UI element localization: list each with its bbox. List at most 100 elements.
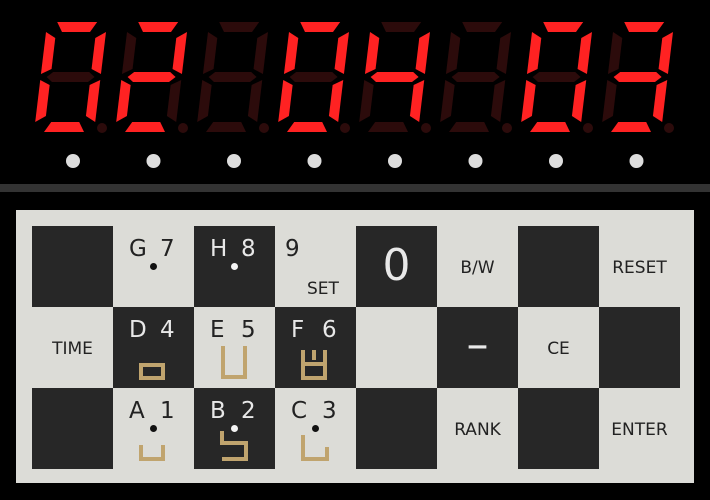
key-label: ENTER bbox=[611, 420, 668, 440]
key-g7[interactable]: G7 bbox=[113, 226, 194, 307]
keypad: G 7 H 8 9 SET 0 B/W RESET TIME D 4 E 5 F 6– CE A 1 B 2 C 3 RANK… bbox=[16, 210, 694, 483]
key-blank-c[interactable] bbox=[356, 307, 437, 388]
key-blank-f[interactable] bbox=[356, 388, 437, 469]
digit-4-segment-f bbox=[283, 32, 299, 74]
key-d4[interactable]: D4 bbox=[113, 307, 194, 388]
digit-4-segment-d bbox=[287, 122, 327, 132]
digit-row bbox=[35, 22, 674, 168]
key-letter: F bbox=[291, 317, 305, 343]
key-sub-label: SET bbox=[307, 279, 339, 299]
key-blank-b[interactable] bbox=[518, 226, 599, 307]
digit-5-segment-c bbox=[409, 80, 425, 122]
digit-2-segment-f bbox=[121, 32, 137, 74]
indicator-led-8 bbox=[629, 154, 644, 168]
key-blank-e[interactable] bbox=[32, 388, 113, 469]
key-dot bbox=[312, 425, 319, 432]
key-letter: C bbox=[291, 398, 308, 424]
key-9-set[interactable]: 9 SET bbox=[275, 226, 356, 307]
indicator-led-6 bbox=[468, 154, 483, 168]
indicator-led-2 bbox=[146, 154, 161, 168]
indicator-led-5 bbox=[388, 154, 402, 168]
digit-6-segment-a bbox=[462, 22, 503, 32]
key-number: 9 bbox=[285, 236, 300, 262]
key-c3[interactable]: C3 bbox=[275, 388, 356, 469]
digit-1-segment-f bbox=[40, 32, 56, 74]
digit-3-segment-c bbox=[247, 80, 263, 122]
key-rank[interactable]: RANK bbox=[437, 388, 518, 469]
digit-4-segment-c bbox=[328, 80, 344, 122]
key-e5[interactable]: E5 bbox=[194, 307, 275, 388]
digit-1-decimal-point bbox=[97, 123, 107, 133]
digit-7-segment-c bbox=[571, 80, 587, 122]
key-blank-d[interactable] bbox=[599, 307, 680, 388]
key-number: 1 bbox=[160, 398, 175, 424]
digit-2-segment-c bbox=[166, 80, 182, 122]
digit-2-segment-e bbox=[116, 80, 131, 122]
digit-3-segment-e bbox=[197, 80, 212, 122]
digit-7-segment-g bbox=[532, 72, 581, 82]
key-dot bbox=[150, 425, 157, 432]
digit-8-segment-d bbox=[611, 122, 651, 132]
key-h8[interactable]: H8 bbox=[194, 226, 275, 307]
digit-6-decimal-point bbox=[502, 123, 512, 133]
key-dot bbox=[150, 263, 157, 270]
digit-5-segment-d bbox=[368, 122, 408, 132]
key-letter: D bbox=[129, 317, 147, 343]
digit-6-segment-e bbox=[440, 80, 455, 122]
key-enter[interactable]: ENTER bbox=[599, 388, 680, 469]
digit-2-segment-d bbox=[125, 122, 165, 132]
key-number: 2 bbox=[241, 398, 256, 424]
digit-1-segment-a bbox=[57, 22, 98, 32]
digit-2-segment-a bbox=[138, 22, 179, 32]
digit-4-decimal-point bbox=[340, 123, 350, 133]
digit-6-segment-c bbox=[490, 80, 506, 122]
key-ce[interactable]: CE bbox=[518, 307, 599, 388]
key-letter: E bbox=[210, 317, 225, 343]
digit-3-segment-b bbox=[253, 32, 268, 74]
digit-8-segment-e bbox=[602, 80, 617, 122]
digit-5-segment-b bbox=[415, 32, 430, 74]
key-label: TIME bbox=[52, 339, 93, 359]
digit-1-segment-c bbox=[85, 80, 101, 122]
key-blank-a[interactable] bbox=[32, 226, 113, 307]
key-number: 3 bbox=[322, 398, 337, 424]
digit-6-segment-b bbox=[496, 32, 511, 74]
digit-4-segment-a bbox=[300, 22, 341, 32]
key-letter: A bbox=[129, 398, 145, 424]
key-dot bbox=[231, 263, 238, 270]
digit-2-segment-g bbox=[127, 72, 176, 82]
digit-1-segment-e bbox=[35, 80, 50, 122]
key-reset[interactable]: RESET bbox=[599, 226, 680, 307]
indicator-led-7 bbox=[549, 154, 563, 168]
key-blank-g[interactable] bbox=[518, 388, 599, 469]
indicator-led-1 bbox=[66, 154, 80, 168]
queen-icon bbox=[220, 346, 248, 384]
indicator-led-4 bbox=[307, 154, 322, 168]
digit-2-decimal-point bbox=[178, 123, 188, 133]
key-f6[interactable]: F6 bbox=[275, 307, 356, 388]
key-a1[interactable]: A1 bbox=[113, 388, 194, 469]
digit-7-segment-a bbox=[543, 22, 584, 32]
key-bw[interactable]: B/W bbox=[437, 226, 518, 307]
key-letter: H bbox=[210, 236, 228, 262]
key-number: 8 bbox=[241, 236, 256, 262]
digit-4-segment-e bbox=[278, 80, 293, 122]
key-time[interactable]: TIME bbox=[32, 307, 113, 388]
key-label: RANK bbox=[454, 420, 501, 440]
digit-4-segment-g bbox=[289, 72, 338, 82]
digit-3-segment-a bbox=[219, 22, 260, 32]
key-number: 6 bbox=[322, 317, 337, 343]
digit-5-segment-e bbox=[359, 80, 374, 122]
key-label: RESET bbox=[612, 258, 667, 278]
key-minus[interactable]: – bbox=[437, 307, 518, 388]
king-icon bbox=[301, 348, 327, 384]
digit-5-segment-f bbox=[364, 32, 380, 74]
knight-icon bbox=[220, 429, 248, 465]
digit-8-segment-f bbox=[607, 32, 623, 74]
key-number: 5 bbox=[241, 317, 256, 343]
digit-8-decimal-point bbox=[664, 123, 674, 133]
key-b2[interactable]: B2 bbox=[194, 388, 275, 469]
digit-5-segment-g bbox=[370, 72, 419, 82]
key-number: 7 bbox=[160, 236, 175, 262]
key-0[interactable]: 0 bbox=[356, 226, 437, 307]
